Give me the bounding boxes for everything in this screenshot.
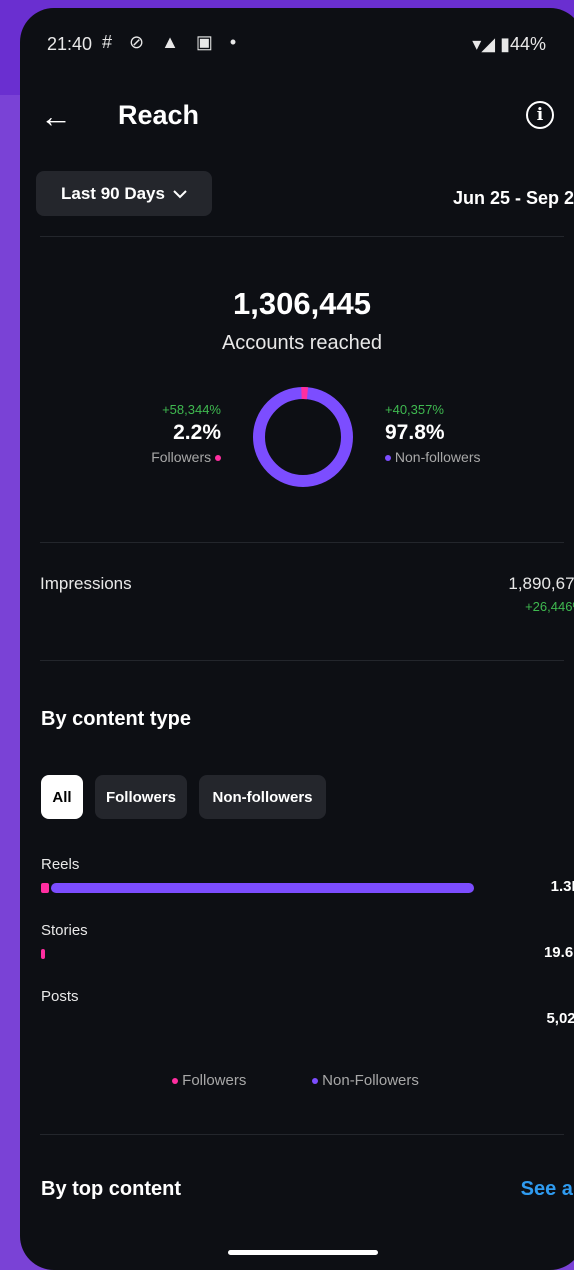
followers-summary: +58,344% 2.2% Followers bbox=[115, 402, 221, 465]
non-followers-change: +40,357% bbox=[385, 402, 444, 417]
legend-followers-label: Followers bbox=[182, 1072, 247, 1089]
divider bbox=[40, 660, 564, 661]
impressions-value: 1,890,674 bbox=[508, 574, 574, 593]
status-icons: # ⊘ ▲ ▣ • bbox=[102, 32, 243, 52]
divider bbox=[40, 236, 564, 237]
stories-value: 19.6K bbox=[543, 944, 574, 961]
info-icon[interactable]: i bbox=[526, 101, 554, 129]
reels-bar-followers bbox=[41, 883, 49, 893]
content-type-title: By content type bbox=[41, 708, 192, 730]
donut-non-followers bbox=[253, 387, 353, 487]
tab-non-followers[interactable]: Non-followers bbox=[199, 775, 326, 819]
phone-screen: 21:40 # ⊘ ▲ ▣ • ▾◢ ▮44% ← Reach i Last 9… bbox=[20, 8, 574, 1270]
stories-bar-followers bbox=[41, 949, 45, 959]
page-title: Reach bbox=[118, 100, 200, 130]
impressions-change: +26,446% bbox=[525, 599, 574, 614]
divider bbox=[40, 1134, 564, 1135]
status-time: 21:40 bbox=[47, 34, 93, 54]
tab-all[interactable]: All bbox=[41, 775, 83, 819]
followers-legend: Followers bbox=[115, 449, 221, 465]
non-followers-dot-icon bbox=[312, 1078, 318, 1085]
non-followers-legend: Non-followers bbox=[385, 449, 545, 465]
followers-label: Followers bbox=[151, 449, 212, 465]
legend-non-followers-label: Non-Followers bbox=[322, 1072, 419, 1089]
accounts-reached-label: Accounts reached bbox=[221, 332, 383, 354]
non-followers-label: Non-followers bbox=[394, 449, 481, 465]
see-all-link[interactable]: See all bbox=[521, 1178, 574, 1201]
followers-percent: 2.2% bbox=[173, 421, 221, 444]
non-followers-dot-icon bbox=[385, 455, 391, 462]
non-followers-percent: 97.8% bbox=[385, 421, 445, 444]
followers-change: +58,344% bbox=[162, 402, 221, 417]
reels-value: 1.3M bbox=[550, 878, 574, 895]
status-battery: ▾◢ ▮44% bbox=[472, 34, 546, 54]
posts-label: Posts bbox=[41, 988, 79, 1005]
accounts-reached-value: 1,306,445 bbox=[233, 286, 371, 321]
date-range-dropdown[interactable]: Last 90 Days bbox=[36, 171, 212, 216]
legend-non-followers: Non-Followers bbox=[312, 1072, 419, 1089]
chevron-down-icon bbox=[173, 189, 187, 198]
home-indicator[interactable] bbox=[228, 1250, 378, 1255]
followers-dot-icon bbox=[215, 455, 221, 462]
date-range-label: Last 90 Days bbox=[61, 183, 165, 203]
date-range-text: Jun 25 - Sep 22 bbox=[452, 188, 574, 208]
divider bbox=[40, 542, 564, 543]
non-followers-summary: +40,357% 97.8% Non-followers bbox=[385, 402, 545, 465]
tab-followers[interactable]: Followers bbox=[95, 775, 187, 819]
impressions-label: Impressions bbox=[40, 574, 132, 593]
stories-bar bbox=[41, 949, 481, 959]
stories-label: Stories bbox=[41, 922, 88, 939]
top-content-title: By top content bbox=[41, 1178, 181, 1200]
reels-bar bbox=[41, 883, 481, 893]
followers-dot-icon bbox=[172, 1078, 178, 1085]
back-arrow-icon[interactable]: ← bbox=[40, 100, 72, 132]
reach-donut-chart bbox=[253, 386, 353, 487]
reels-label: Reels bbox=[41, 856, 80, 873]
posts-value: 5,023 bbox=[546, 1010, 574, 1027]
legend-followers: Followers bbox=[172, 1072, 246, 1089]
reels-bar-non-followers bbox=[51, 883, 474, 893]
